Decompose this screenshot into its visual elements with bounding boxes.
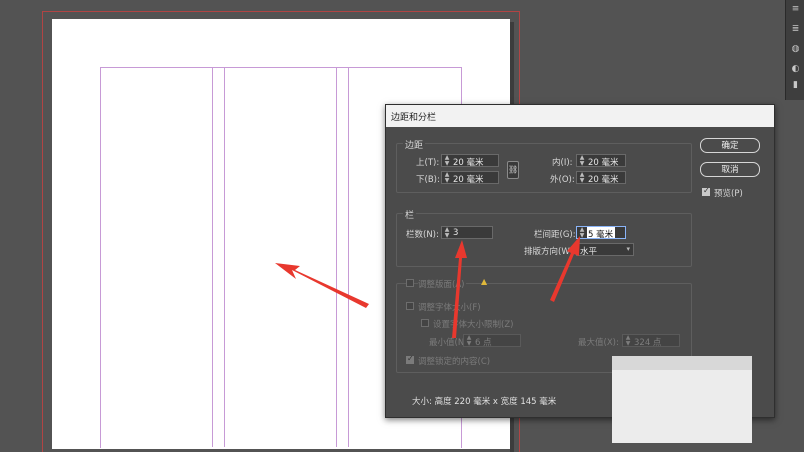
margins-group-label: 边距 (403, 138, 426, 151)
column-count-field[interactable]: ▲ ▼ 3 (441, 226, 493, 239)
font-limit-label: 设置字体大小限制(Z) (433, 320, 514, 330)
column-count-label: 栏数(N): (406, 230, 439, 240)
document-size-status: 大小: 高度 220 毫米 x 宽度 145 毫米 (412, 397, 557, 407)
max-size-field[interactable]: ▲ ▼ 324 点 (622, 334, 680, 348)
column-guide (224, 67, 225, 447)
outside-margin-field[interactable]: ▲ ▼ 20 毫米 (576, 171, 626, 185)
adjust-layout-label: 调整版面(A) (418, 278, 467, 290)
top-margin-label: 上(T): (416, 158, 440, 168)
panel-icon[interactable]: ≡ (790, 4, 801, 15)
color-icon[interactable]: ◐ (790, 64, 801, 75)
column-guide (212, 67, 213, 447)
preview-label: 预览(P) (714, 189, 743, 199)
cancel-button[interactable]: 取消 (700, 162, 760, 177)
preview-checkbox[interactable] (702, 186, 710, 196)
spinner-arrows-icon[interactable]: ▲ ▼ (578, 172, 586, 184)
spinner-arrows-icon[interactable]: ▲ ▼ (443, 172, 451, 184)
top-margin-value: 20 毫米 (453, 158, 484, 168)
paper-corner-shadow (612, 356, 752, 370)
gutter-value: 5 毫米 (588, 230, 614, 240)
bottom-margin-field[interactable]: ▲ ▼ 20 毫米 (441, 171, 499, 185)
warning-icon: ▲ (481, 277, 488, 286)
outside-margin-value: 20 毫米 (588, 175, 619, 185)
columns-group-label: 栏 (403, 208, 417, 221)
dialog-titlebar[interactable]: 边距和分栏 (386, 105, 774, 127)
spinner-arrows-icon[interactable]: ▲ ▼ (443, 227, 451, 239)
spinner-arrows-icon[interactable]: ▲ ▼ (624, 335, 632, 347)
chain-link-icon[interactable]: ⛓ (507, 161, 519, 179)
panel-icon[interactable]: ▮ (790, 80, 801, 91)
gutter-field[interactable]: ▲ ▼ 5 毫米 (576, 226, 626, 240)
panel-icon[interactable]: ≣ (790, 24, 801, 35)
inside-margin-value: 20 毫米 (588, 158, 619, 168)
spinner-arrows-icon[interactable]: ▲ ▼ (443, 155, 451, 167)
ok-button[interactable]: 确定 (700, 138, 760, 153)
font-limit-checkbox[interactable] (421, 319, 429, 327)
bottom-margin-value: 20 毫米 (453, 175, 484, 185)
outside-margin-label: 外(O): (550, 175, 575, 185)
direction-select[interactable]: 水平 ▾ (576, 243, 634, 257)
column-guide (336, 67, 337, 447)
bottom-margin-label: 下(B): (416, 175, 440, 185)
direction-label: 排版方向(W): (524, 247, 576, 257)
gutter-label: 栏间距(G): (534, 230, 576, 240)
top-margin-field[interactable]: ▲ ▼ 20 毫米 (441, 154, 499, 168)
max-size-value: 324 点 (634, 338, 662, 348)
column-count-value: 3 (453, 228, 459, 238)
inside-margin-field[interactable]: ▲ ▼ 20 毫米 (576, 154, 626, 168)
min-size-field[interactable]: ▲ ▼ 6 点 (463, 334, 521, 348)
max-size-label: 最大值(X): (578, 338, 619, 348)
adjust-locked-label: 调整锁定的内容(C) (418, 357, 491, 367)
adjust-locked-checkbox[interactable] (406, 354, 414, 364)
spinner-arrows-icon[interactable]: ▲ ▼ (578, 227, 586, 239)
min-size-value: 6 点 (475, 338, 492, 348)
column-guide (348, 67, 349, 447)
spinner-arrows-icon[interactable]: ▲ ▼ (578, 155, 586, 167)
right-panel-dock: ≡ ≣ ◍ ◐ ▮ (785, 0, 804, 100)
inside-margin-label: 内(I): (552, 158, 573, 168)
chevron-down-icon: ▾ (626, 245, 630, 253)
columns-group (396, 213, 692, 267)
stroke-icon[interactable]: ◍ (790, 44, 801, 55)
adjust-layout-checkbox[interactable] (406, 279, 414, 287)
adjust-font-size-label: 调整字体大小(F) (418, 303, 481, 313)
spinner-arrows-icon[interactable]: ▲ ▼ (465, 335, 473, 347)
adjust-font-size-checkbox[interactable] (406, 302, 414, 310)
margins-group (396, 143, 692, 193)
dialog-title: 边距和分栏 (391, 113, 437, 123)
direction-value: 水平 (580, 247, 598, 257)
